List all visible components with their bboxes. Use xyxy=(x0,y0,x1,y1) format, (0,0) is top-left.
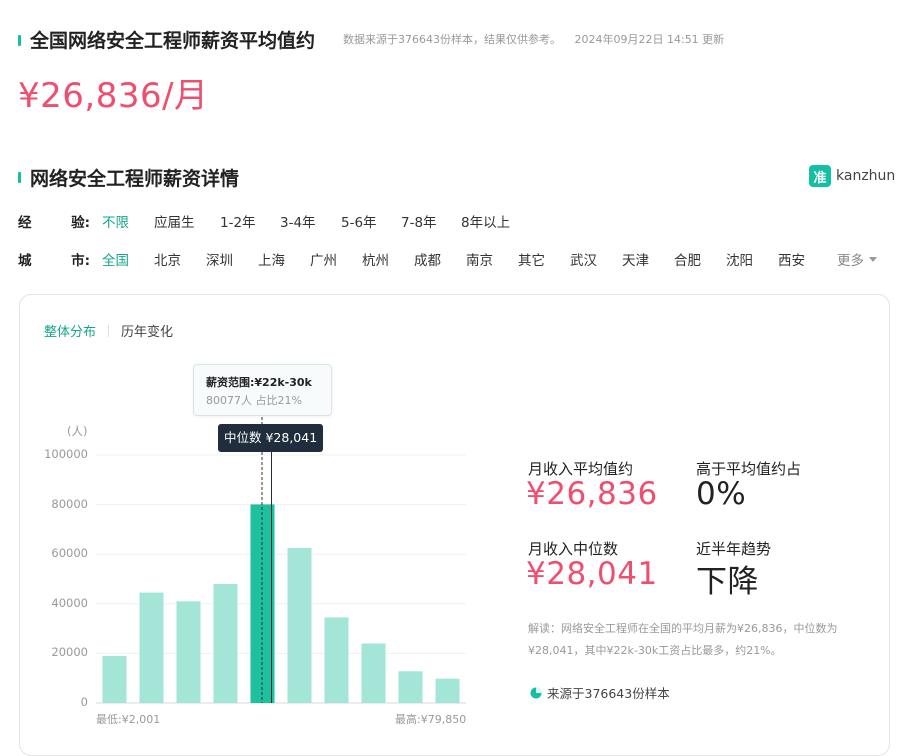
bar[interactable] xyxy=(176,601,201,703)
median-value: ¥28,041 xyxy=(526,556,658,592)
chart-tooltip: 薪资范围:¥22k-30k 80077人 占比21% xyxy=(193,364,332,416)
tooltip-detail: 80077人 占比21% xyxy=(206,394,302,407)
bar[interactable] xyxy=(213,584,238,703)
bar[interactable] xyxy=(435,678,460,703)
median-tooltip: 中位数 ¥28,041 xyxy=(218,424,324,452)
avg-value: ¥26,836 xyxy=(526,476,658,512)
trend-value: 下降 xyxy=(696,564,759,600)
x-min-label: 最低:¥2,001 xyxy=(96,713,161,726)
pie-chart-icon xyxy=(530,687,542,698)
bar[interactable] xyxy=(139,592,164,703)
x-max-label: 最高:¥79,850 xyxy=(395,713,467,726)
tooltip-range: 薪资范围:¥22k-30k xyxy=(206,376,312,389)
bar[interactable] xyxy=(102,655,127,703)
bar[interactable] xyxy=(361,643,386,704)
above-avg-value: 0% xyxy=(696,476,747,512)
bar[interactable] xyxy=(398,671,423,703)
bar[interactable] xyxy=(287,548,312,703)
sample-source: 来源于376643份样本 xyxy=(530,683,670,702)
sample-source-text: 来源于376643份样本 xyxy=(547,686,670,701)
interpretation-note: 解读：网络安全工程师在全国的平均月薪为¥26,836，中位数为¥28,041，其… xyxy=(528,622,838,657)
bar[interactable] xyxy=(324,617,349,703)
